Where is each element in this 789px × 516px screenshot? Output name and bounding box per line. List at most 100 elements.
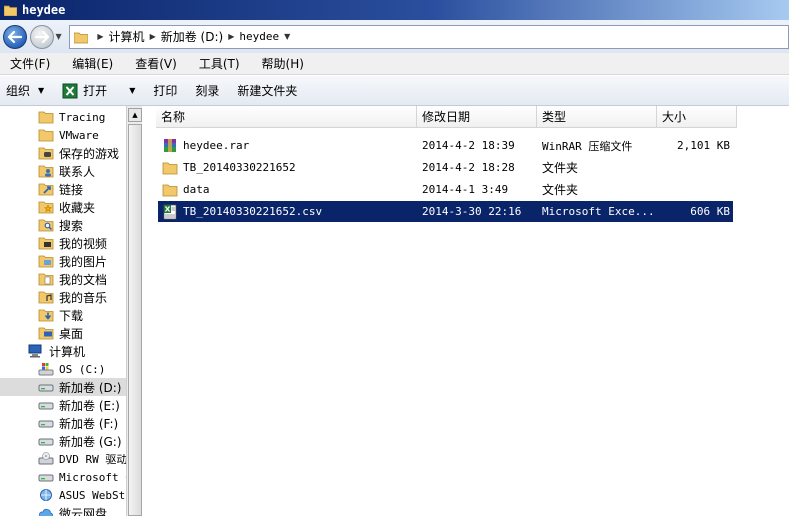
folder-icon [162, 162, 178, 174]
menu-help[interactable]: 帮助(H) [258, 55, 308, 72]
documents-icon [38, 273, 54, 286]
tree-item-pictures[interactable]: 我的图片 [38, 252, 126, 270]
column-header-date[interactable]: 修改日期 [417, 106, 537, 128]
file-type: 文件夹 [542, 161, 579, 175]
file-date: 2014-4-2 18:28 [422, 161, 515, 174]
file-name: data [183, 183, 210, 196]
file-size [660, 157, 730, 178]
tree-item-music[interactable]: 我的音乐 [38, 288, 126, 306]
menu-file[interactable]: 文件(F) [6, 55, 54, 72]
tree-item-drive-g[interactable]: 新加卷 (G:) [38, 432, 126, 450]
file-name: TB_20140330221652.csv [183, 205, 323, 218]
tree-item-dvd-drive[interactable]: DVD RW 驱动 [38, 450, 126, 468]
menu-tools[interactable]: 工具(T) [195, 55, 244, 72]
tree-item-weiyun[interactable]: 微云网盘 [38, 504, 126, 516]
new-folder-button[interactable]: 新建文件夹 [237, 82, 297, 99]
links-icon [38, 183, 54, 196]
scroll-up-button[interactable]: ▲ [128, 108, 142, 122]
file-size: 606 KB [690, 205, 730, 218]
folder-icon [162, 184, 178, 196]
tree-item-drive-c[interactable]: OS (C:) [38, 360, 126, 378]
drive-icon [38, 438, 54, 446]
file-name: heydee.rar [183, 139, 250, 152]
tree-item-links[interactable]: 链接 [38, 180, 126, 198]
menu-view[interactable]: 查看(V) [131, 55, 181, 72]
tree-item-vmware[interactable]: VMware [38, 126, 126, 144]
cloud-icon [39, 508, 53, 516]
rar-icon [164, 138, 176, 152]
saved-games-icon [38, 147, 54, 160]
breadcrumb-drive-d[interactable]: 新加卷 (D:) [161, 28, 223, 45]
address-row: ▼ ▶ 计算机 ▶ 新加卷 (D:) ▶ heydee ▼ [0, 20, 789, 53]
drive-icon [38, 474, 54, 482]
navigation-pane[interactable]: Tracing VMware 保存的游戏 联系人 链接 收藏夹 搜索 我的视频 … [0, 106, 126, 516]
open-button[interactable]: 打开 ▼ [62, 82, 135, 99]
file-row-heydee-rar[interactable]: heydee.rar 2014-4-2 18:39 WinRAR 压缩文件 2,… [160, 135, 735, 156]
file-row-tb-csv[interactable]: TB_20140330221652.csv 2014-3-30 22:16 Mi… [158, 201, 733, 222]
folder-icon [38, 111, 54, 124]
tree-item-videos[interactable]: 我的视频 [38, 234, 126, 252]
tree-item-computer[interactable]: 计算机 [28, 342, 126, 360]
history-dropdown-button[interactable]: ▼ [56, 32, 66, 41]
csv-icon [163, 204, 177, 219]
file-type: 文件夹 [542, 183, 579, 197]
file-row-tb-folder[interactable]: TB_20140330221652 2014-4-2 18:28 文件夹 [160, 157, 735, 178]
tree-item-tracing[interactable]: Tracing [38, 108, 126, 126]
menu-edit[interactable]: 编辑(E) [68, 55, 117, 72]
organize-button[interactable]: 组织 ▼ [6, 82, 44, 99]
tree-item-drive-e[interactable]: 新加卷 (E:) [38, 396, 126, 414]
column-header-size[interactable]: 大小 [657, 106, 737, 128]
burn-button[interactable]: 刻录 [195, 82, 219, 99]
title-bar[interactable]: heydee [0, 0, 789, 20]
music-icon [38, 291, 54, 304]
tree-item-contacts[interactable]: 联系人 [38, 162, 126, 180]
excel-icon [62, 83, 78, 98]
new-folder-label: 新建文件夹 [237, 84, 298, 98]
tree-item-drive-f[interactable]: 新加卷 (F:) [38, 414, 126, 432]
print-button[interactable]: 打印 [153, 82, 177, 99]
column-header-type[interactable]: 类型 [537, 106, 657, 128]
file-date: 2014-4-2 18:39 [422, 139, 515, 152]
downloads-icon [38, 309, 54, 322]
file-date: 2014-4-1 3:49 [422, 183, 509, 196]
tree-item-desktop[interactable]: 桌面 [38, 324, 126, 342]
tree-item-downloads[interactable]: 下载 [38, 306, 126, 324]
tree-item-microsoft-office[interactable]: Microsoft O [38, 468, 126, 486]
arrow-left-icon [7, 30, 22, 43]
forward-button[interactable] [29, 24, 54, 49]
chevron-down-icon[interactable]: ▼ [284, 32, 290, 41]
videos-icon [38, 237, 54, 250]
back-button[interactable] [3, 24, 27, 49]
tree-item-asus-webstorage[interactable]: ASUS WebSto [38, 486, 126, 504]
tree-item-documents[interactable]: 我的文档 [38, 270, 126, 288]
scrollbar-thumb[interactable] [128, 124, 142, 516]
chevron-right-icon[interactable]: ▶ [228, 32, 234, 41]
print-label: 打印 [153, 84, 178, 98]
chevron-right-icon[interactable]: ▶ [97, 32, 103, 41]
breadcrumb-computer[interactable]: 计算机 [109, 28, 145, 45]
address-bar[interactable]: ▶ 计算机 ▶ 新加卷 (D:) ▶ heydee ▼ [69, 24, 789, 49]
folder-icon [4, 5, 17, 16]
dvd-drive-icon [38, 452, 54, 465]
chevron-right-icon[interactable]: ▶ [150, 32, 156, 41]
folder-icon [74, 32, 89, 43]
breadcrumb-heydee[interactable]: heydee [239, 30, 279, 43]
file-size [660, 179, 730, 200]
file-row-data-folder[interactable]: data 2014-4-1 3:49 文件夹 [160, 179, 735, 200]
file-date: 2014-3-30 22:16 [422, 205, 522, 218]
menu-bar: 文件(F) 编辑(E) 查看(V) 工具(T) 帮助(H) [0, 53, 789, 75]
file-type: WinRAR 压缩文件 [542, 139, 633, 153]
navigation-scrollbar[interactable]: ▲ [126, 106, 142, 516]
favorites-icon [38, 201, 54, 214]
chevron-down-icon: ▼ [38, 86, 45, 95]
tree-item-drive-d[interactable]: 新加卷 (D:) [0, 378, 126, 396]
column-header-name[interactable]: 名称 [156, 106, 417, 128]
tree-item-search[interactable]: 搜索 [38, 216, 126, 234]
tree-item-saved-games[interactable]: 保存的游戏 [38, 144, 126, 162]
organize-label: 组织 [6, 84, 31, 98]
file-list[interactable]: 名称 修改日期 类型 大小 heydee.rar 2014-4-2 18:39 … [142, 106, 789, 516]
window-title: heydee [22, 3, 66, 17]
tree-item-favorites[interactable]: 收藏夹 [38, 198, 126, 216]
network-icon [40, 489, 52, 501]
chevron-down-icon[interactable]: ▼ [129, 86, 135, 95]
